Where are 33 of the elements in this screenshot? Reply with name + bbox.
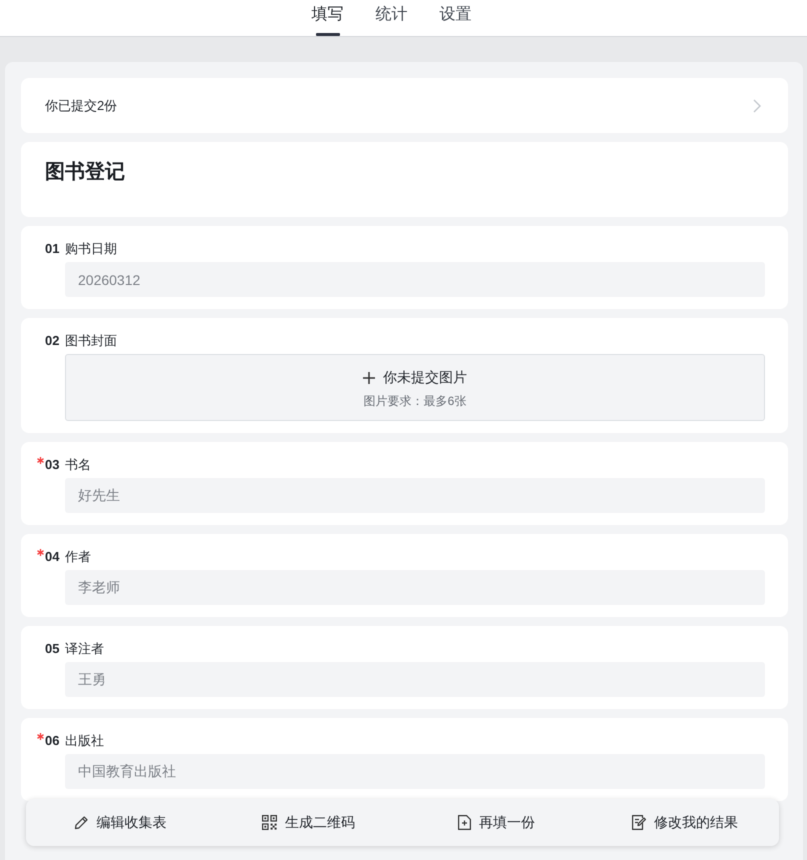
question-number: 01 <box>45 240 60 258</box>
question-label: 出版社 <box>65 732 104 750</box>
qr-code-icon <box>262 815 277 830</box>
action-button[interactable]: 修改我的结果 <box>630 810 740 836</box>
plus-icon <box>363 372 375 384</box>
question-number: 04 <box>45 548 60 566</box>
input-field[interactable]: 王勇 <box>65 662 765 697</box>
input-field[interactable]: 20260312 <box>65 262 765 297</box>
tab[interactable]: 设置 <box>440 0 472 36</box>
input-field[interactable]: 李老师 <box>65 570 765 605</box>
input-field[interactable]: 中国教育出版社 <box>65 754 765 789</box>
submissions-row[interactable]: 你已提交2份 <box>21 78 788 133</box>
tab[interactable]: 统计 <box>376 0 408 36</box>
action-button[interactable]: 编辑收集表 <box>72 810 169 836</box>
tab[interactable]: 填写 <box>312 0 344 36</box>
input-field[interactable]: 好先生 <box>65 478 765 513</box>
image-upload-field[interactable]: 你未提交图片 图片要求：最多6张 <box>65 354 765 421</box>
document-edit-icon <box>632 815 646 830</box>
action-button[interactable]: 生成二维码 <box>260 810 357 836</box>
question-label: 译注者 <box>65 640 104 658</box>
question-label: 作者 <box>65 548 91 566</box>
question-label: 购书日期 <box>65 240 117 258</box>
chevron-icon <box>753 98 761 112</box>
question-label: 书名 <box>65 456 91 474</box>
action-button[interactable]: 再填一份 <box>456 810 538 836</box>
pencil-icon <box>74 815 89 830</box>
question-number: 06 <box>45 732 60 750</box>
question-number: 02 <box>45 332 60 350</box>
question-number: 05 <box>45 640 60 658</box>
question-number: 03 <box>45 456 60 474</box>
question-label: 图书封面 <box>65 332 117 350</box>
form-title: 图书登记 <box>45 160 126 184</box>
document-plus-icon <box>458 815 472 830</box>
